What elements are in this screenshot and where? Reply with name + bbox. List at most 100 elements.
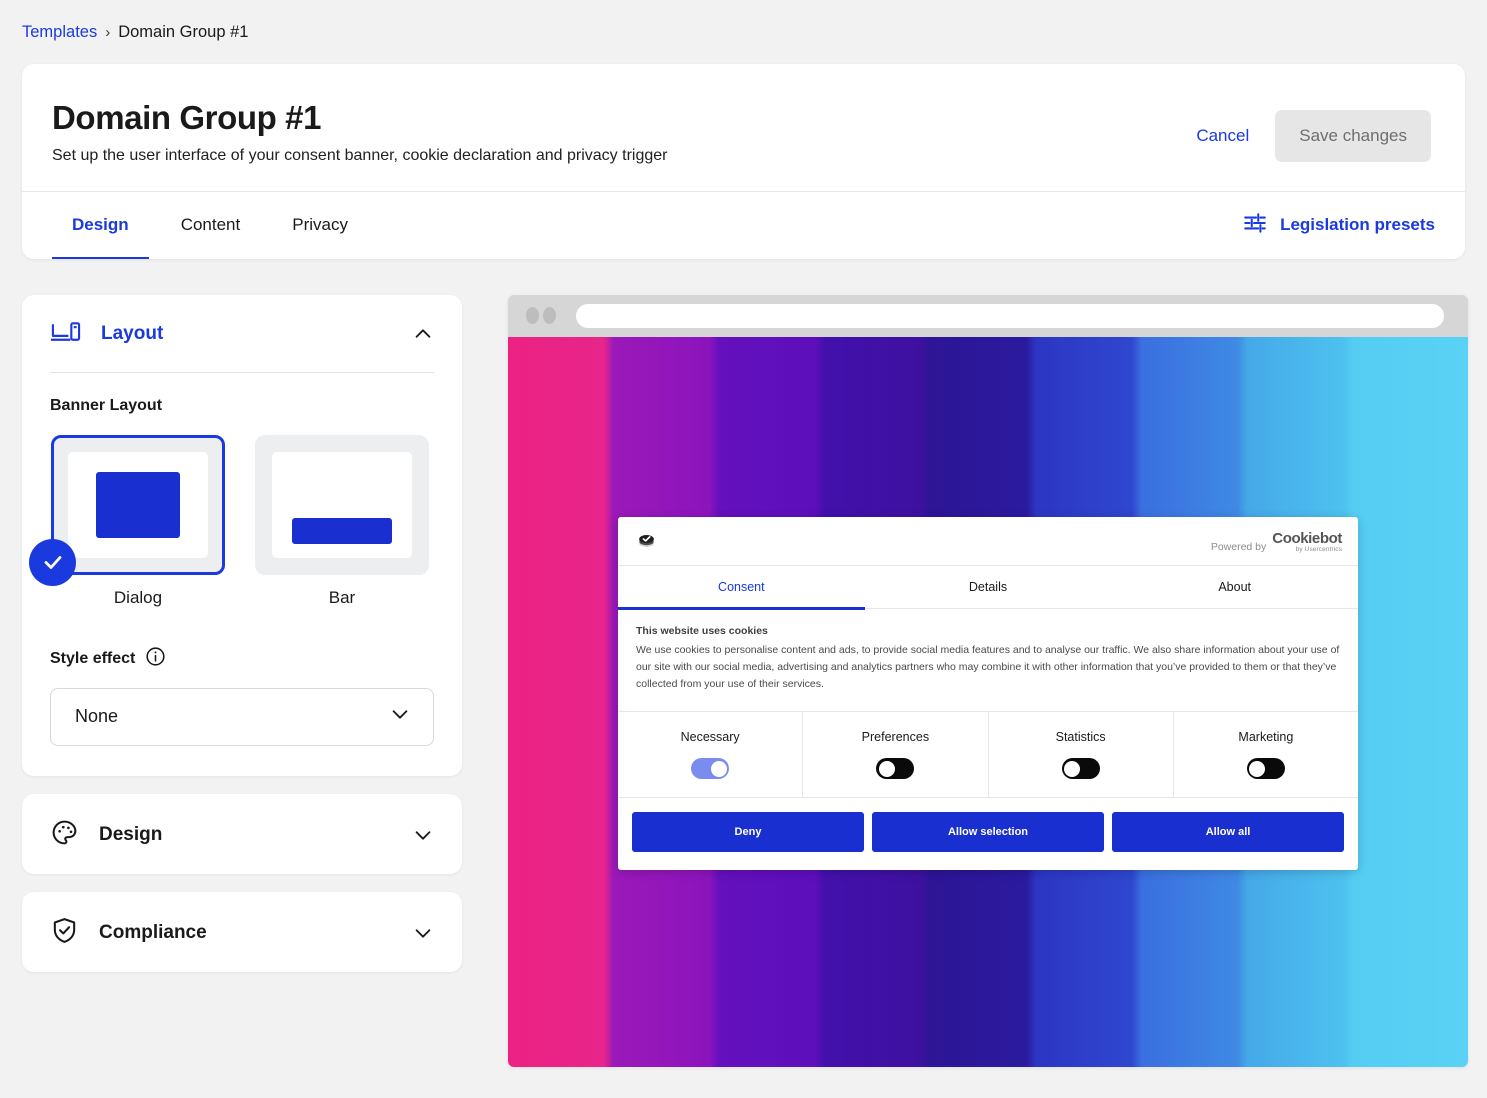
style-effect-select[interactable]: None (50, 688, 434, 746)
toggle-knob (1249, 761, 1265, 777)
window-dot (526, 307, 539, 324)
toggle-marketing[interactable] (1247, 758, 1285, 779)
palette-icon (50, 818, 79, 852)
header-top: Domain Group #1 Set up the user interfac… (22, 64, 1465, 192)
cookiebot-logo: Cookiebot by Usercentrics (1272, 531, 1342, 553)
tune-icon (1242, 210, 1268, 241)
allow-all-button[interactable]: Allow all (1112, 812, 1344, 852)
save-changes-button[interactable]: Save changes (1275, 110, 1431, 162)
category-necessary: Necessary (618, 712, 803, 797)
toggle-necessary[interactable] (691, 758, 729, 779)
banner-tab-consent[interactable]: Consent (618, 566, 865, 610)
toggle-knob (879, 761, 895, 777)
cookiebot-wordmark: Cookiebot (1272, 531, 1342, 546)
style-effect-label: Style effect (50, 650, 135, 668)
banner-layout-label-dialog: Dialog (51, 588, 225, 608)
panel-layout-header[interactable]: Layout (22, 295, 462, 372)
legislation-presets-label: Legislation presets (1280, 215, 1435, 235)
panel-compliance: Compliance (22, 892, 462, 972)
header-card: Domain Group #1 Set up the user interfac… (22, 64, 1465, 259)
breadcrumb-link-templates[interactable]: Templates (22, 23, 97, 42)
banner-layout-thumb-bar (255, 435, 429, 575)
page-subtitle: Set up the user interface of your consen… (52, 147, 667, 165)
category-label: Necessary (618, 730, 802, 744)
panel-layout-title: Layout (101, 323, 392, 345)
settings-sidebar: Layout Banner Layout (0, 295, 462, 1067)
cookiebot-subbrand: by Usercentrics (1272, 546, 1342, 553)
thumb-canvas (68, 452, 208, 558)
allow-selection-button[interactable]: Allow selection (872, 812, 1104, 852)
banner-layout-option-bar[interactable]: Bar (255, 435, 429, 608)
url-bar[interactable] (576, 304, 1444, 328)
style-effect-label-row: Style effect (50, 646, 434, 672)
browser-chrome (508, 295, 1468, 337)
banner-layout-label: Banner Layout (50, 397, 434, 415)
banner-layout-thumb-dialog (51, 435, 225, 575)
preview-viewport: Powered by Cookiebot by Usercentrics Con… (508, 337, 1468, 1067)
banner-layout-label-bar: Bar (255, 588, 429, 608)
cookie-consent-banner: Powered by Cookiebot by Usercentrics Con… (618, 517, 1358, 870)
page-title: Domain Group #1 (52, 100, 667, 137)
banner-tab-about[interactable]: About (1111, 566, 1358, 610)
tab-design[interactable]: Design (52, 193, 149, 259)
category-marketing: Marketing (1174, 712, 1358, 797)
info-icon[interactable] (145, 646, 166, 672)
panel-design-header[interactable]: Design (22, 794, 462, 874)
breadcrumb-separator: › (105, 24, 110, 41)
chevron-down-icon[interactable] (412, 824, 434, 846)
panel-layout: Layout Banner Layout (22, 295, 462, 776)
toggle-knob (1064, 761, 1080, 777)
powered-by-label: Powered by (1211, 541, 1266, 553)
banner-header: Powered by Cookiebot by Usercentrics (618, 517, 1358, 566)
category-preferences: Preferences (803, 712, 988, 797)
cookie-check-icon (636, 529, 657, 555)
breadcrumb-current: Domain Group #1 (118, 23, 248, 42)
cancel-button[interactable]: Cancel (1180, 114, 1265, 158)
bar-shape (292, 518, 393, 544)
chevron-down-icon[interactable] (412, 922, 434, 944)
devices-icon (50, 319, 81, 350)
dialog-shape (96, 472, 180, 537)
panel-layout-body: Banner Layout Dialog (22, 372, 462, 776)
deny-button[interactable]: Deny (632, 812, 864, 852)
main-area: Layout Banner Layout (0, 259, 1487, 1067)
window-dot (543, 307, 556, 324)
category-label: Marketing (1174, 730, 1358, 744)
banner-heading: This website uses cookies (636, 625, 1340, 637)
banner-categories: Necessary Preferences Statistics Ma (618, 712, 1358, 798)
tab-content[interactable]: Content (161, 193, 261, 259)
panel-design: Design (22, 794, 462, 874)
panel-divider (50, 372, 434, 373)
banner-body: This website uses cookies We use cookies… (618, 609, 1358, 712)
header-actions: Cancel Save changes (1180, 100, 1431, 162)
window-dots (520, 307, 556, 324)
breadcrumb: Templates › Domain Group #1 (0, 0, 1487, 46)
banner-layout-options: Dialog Bar (50, 435, 434, 608)
banner-actions: Deny Allow selection Allow all (618, 798, 1358, 870)
tab-privacy[interactable]: Privacy (272, 193, 368, 259)
legislation-presets-button[interactable]: Legislation presets (1242, 210, 1435, 241)
banner-description: We use cookies to personalise content an… (636, 642, 1340, 693)
banner-tabs: Consent Details About (618, 566, 1358, 609)
preview-column: Powered by Cookiebot by Usercentrics Con… (462, 295, 1487, 1067)
header-text-block: Domain Group #1 Set up the user interfac… (52, 100, 667, 165)
shield-check-icon (50, 916, 79, 950)
banner-preview: Powered by Cookiebot by Usercentrics Con… (508, 295, 1468, 1067)
panel-compliance-title: Compliance (99, 922, 392, 944)
chevron-down-icon (389, 703, 411, 730)
tabs-row: Design Content Privacy Legislation prese… (22, 192, 1465, 259)
toggle-knob (711, 761, 727, 777)
style-effect-value: None (75, 706, 118, 727)
selected-check-icon (29, 539, 76, 586)
toggle-preferences[interactable] (876, 758, 914, 779)
panel-design-title: Design (99, 824, 392, 846)
panel-compliance-header[interactable]: Compliance (22, 892, 462, 972)
toggle-statistics[interactable] (1062, 758, 1100, 779)
chevron-up-icon[interactable] (412, 323, 434, 345)
banner-tab-details[interactable]: Details (865, 566, 1112, 610)
thumb-canvas (272, 452, 412, 558)
powered-by-cookiebot: Powered by Cookiebot by Usercentrics (1211, 531, 1342, 553)
banner-layout-option-dialog[interactable]: Dialog (51, 435, 225, 608)
category-label: Statistics (989, 730, 1173, 744)
category-statistics: Statistics (989, 712, 1174, 797)
